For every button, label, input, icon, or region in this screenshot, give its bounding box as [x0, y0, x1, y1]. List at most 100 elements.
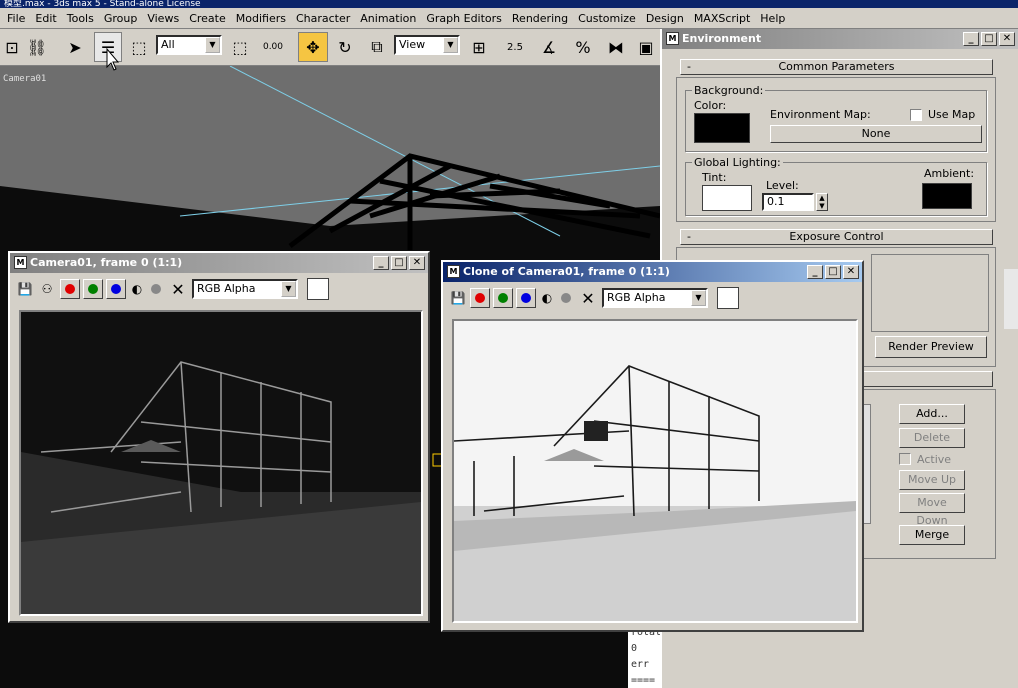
green-dot-icon: [88, 284, 98, 294]
blue-channel-toggle[interactable]: [106, 279, 126, 299]
clear-icon[interactable]: ✕: [167, 274, 189, 304]
alpha-icon[interactable]: [558, 283, 574, 313]
angle-snap-icon[interactable]: ∡: [534, 32, 564, 62]
monochrome-icon[interactable]: ◐: [129, 274, 145, 304]
maximize-button[interactable]: □: [825, 265, 841, 279]
environment-title-bar[interactable]: M Environment _ □ ✕: [662, 29, 1018, 49]
chevron-down-icon: ▼: [205, 37, 220, 53]
select-region-icon[interactable]: ⬚: [128, 32, 150, 62]
move-up-button[interactable]: Move Up: [899, 470, 965, 490]
move-icon[interactable]: ✥: [298, 32, 328, 62]
exposure-preview-area: [871, 254, 989, 332]
color-swatch[interactable]: [717, 287, 739, 309]
main-toolbar: ⊡ ⛓ ➤ ☰ ⬚ All ▼ ⬚ 0.00 ✥ ↻ ⧉ View ▼ ⊞ 2.5 …: [0, 29, 660, 66]
rendered-image: [19, 310, 423, 616]
menu-design[interactable]: Design: [641, 12, 689, 25]
monochrome-icon[interactable]: ◐: [539, 283, 555, 313]
snap-toggle-icon[interactable]: 2.5: [500, 32, 530, 62]
channel-dropdown[interactable]: RGB Alpha ▼: [192, 279, 298, 299]
ambient-color-swatch[interactable]: [922, 183, 972, 209]
merge-button[interactable]: Merge: [899, 525, 965, 545]
menu-create[interactable]: Create: [184, 12, 231, 25]
menu-customize[interactable]: Customize: [573, 12, 641, 25]
clone-vfb-title-bar[interactable]: M Clone of Camera01, frame 0 (1:1) _ □ ✕: [443, 262, 862, 282]
select-object-icon[interactable]: ➤: [64, 32, 86, 62]
selection-filter-dropdown[interactable]: All ▼: [156, 35, 222, 55]
active-label: Active: [917, 453, 952, 466]
minimize-button[interactable]: _: [807, 265, 823, 279]
rollout-title: Exposure Control: [789, 230, 884, 243]
level-spinner[interactable]: 0.1: [762, 193, 814, 211]
clone-rendered-image: [452, 319, 858, 623]
pivot-center-icon[interactable]: ⊞: [466, 32, 492, 62]
red-channel-toggle[interactable]: [60, 279, 80, 299]
common-parameters-rollout: Background: Color: Environment Map: Use …: [676, 77, 996, 222]
menu-edit[interactable]: Edit: [30, 12, 61, 25]
menu-help[interactable]: Help: [755, 12, 790, 25]
level-spinner-arrows[interactable]: ▲ ▼: [816, 193, 828, 211]
background-color-swatch[interactable]: [694, 113, 750, 143]
menu-tools[interactable]: Tools: [62, 12, 99, 25]
close-button[interactable]: ✕: [409, 256, 425, 270]
move-down-button[interactable]: Move Down: [899, 493, 965, 527]
menu-character[interactable]: Character: [291, 12, 355, 25]
vfb-toolbar: 💾 ⚇ ◐ ✕ RGB Alpha ▼: [16, 277, 329, 301]
menu-rendering[interactable]: Rendering: [507, 12, 573, 25]
close-button[interactable]: ✕: [999, 32, 1015, 46]
maximize-button[interactable]: □: [391, 256, 407, 270]
green-channel-toggle[interactable]: [83, 279, 103, 299]
save-icon[interactable]: 💾: [449, 283, 467, 313]
red-dot-icon: [475, 293, 485, 303]
scale-icon[interactable]: ⧉: [364, 32, 390, 62]
menu-file[interactable]: File: [2, 12, 30, 25]
common-parameters-rollout-header[interactable]: - Common Parameters: [680, 59, 993, 75]
clone-vfb-title: Clone of Camera01, frame 0 (1:1): [463, 265, 670, 278]
green-channel-toggle[interactable]: [493, 288, 513, 308]
menu-views[interactable]: Views: [142, 12, 184, 25]
clone-icon[interactable]: ⚇: [37, 274, 57, 304]
save-icon[interactable]: 💾: [16, 274, 34, 304]
alpha-icon[interactable]: [148, 274, 164, 304]
red-channel-toggle[interactable]: [470, 288, 490, 308]
use-map-checkbox[interactable]: [910, 109, 922, 121]
maxscript-listener[interactable]: rotat 0 err ====: [628, 625, 660, 688]
align-icon[interactable]: ▣: [634, 32, 658, 62]
undo-icon[interactable]: ⊡: [2, 32, 22, 62]
render-preview-button[interactable]: Render Preview: [875, 336, 987, 358]
blue-channel-toggle[interactable]: [516, 288, 536, 308]
window-crossing-icon[interactable]: ⬚: [228, 32, 252, 62]
channel-dropdown[interactable]: RGB Alpha ▼: [602, 288, 708, 308]
clear-icon[interactable]: ✕: [577, 283, 599, 313]
percent-snap-icon[interactable]: %: [568, 32, 598, 62]
viewport-label[interactable]: Camera01: [3, 74, 46, 84]
link-icon[interactable]: ⛓: [24, 32, 50, 62]
color-swatch[interactable]: [307, 278, 329, 300]
ref-coord-dropdown[interactable]: View ▼: [394, 35, 460, 55]
blue-dot-icon: [521, 293, 531, 303]
collapse-icon: -: [687, 230, 691, 243]
vfb-title: Camera01, frame 0 (1:1): [30, 256, 183, 269]
maximize-button[interactable]: □: [981, 32, 997, 46]
exposure-control-rollout-header[interactable]: - Exposure Control: [680, 229, 993, 245]
menu-graph-editors[interactable]: Graph Editors: [421, 12, 507, 25]
tint-color-swatch[interactable]: [702, 185, 752, 211]
menu-maxscript[interactable]: MAXScript: [689, 12, 755, 25]
add-button[interactable]: Add...: [899, 404, 965, 424]
mirror-icon[interactable]: ⧓: [602, 32, 630, 62]
app-title: 模型.max - 3ds max 5 - Stand-alone License: [4, 0, 201, 8]
minimize-button[interactable]: _: [373, 256, 389, 270]
panel-scrollbar[interactable]: [1004, 269, 1018, 329]
environment-map-button[interactable]: None: [770, 125, 982, 143]
delete-button[interactable]: Delete: [899, 428, 965, 448]
vfb-title-bar[interactable]: M Camera01, frame 0 (1:1) _ □ ✕: [10, 253, 428, 273]
menu-modifiers[interactable]: Modifiers: [231, 12, 291, 25]
menu-animation[interactable]: Animation: [355, 12, 421, 25]
rotate-icon[interactable]: ↻: [332, 32, 358, 62]
menu-group[interactable]: Group: [99, 12, 143, 25]
background-group: Background: Color: Environment Map: Use …: [685, 84, 987, 152]
green-dot-icon: [498, 293, 508, 303]
minimize-button[interactable]: _: [963, 32, 979, 46]
active-checkbox[interactable]: [899, 453, 911, 465]
spinner-snap-icon[interactable]: 0.00: [258, 32, 288, 62]
close-button[interactable]: ✕: [843, 265, 859, 279]
